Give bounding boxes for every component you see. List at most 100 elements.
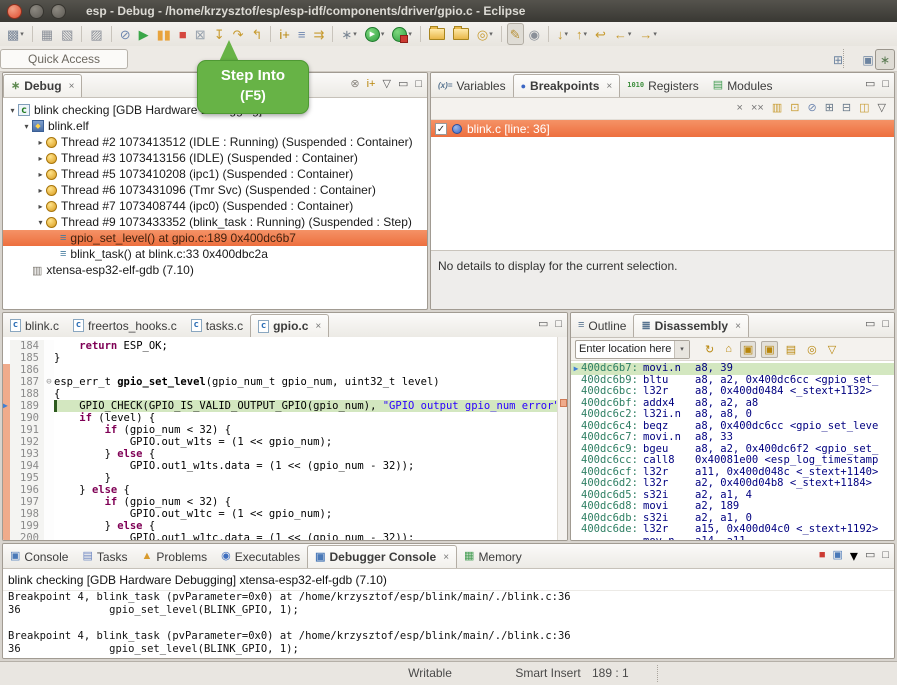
location-dropdown-icon[interactable]: ▾ — [674, 341, 689, 358]
editor-tab-blink-c[interactable]: cblink.c — [3, 314, 66, 337]
dropdown-arrow-icon[interactable]: ▾ — [489, 30, 493, 38]
tree-expand-icon[interactable]: ▾ — [21, 122, 32, 131]
show-supported-breakpoints-icon[interactable]: ▥ — [772, 103, 782, 114]
debug-button[interactable]: ∗▾ — [338, 23, 359, 45]
editor-tab-freertos-hooks-c[interactable]: cfreertos_hooks.c — [66, 314, 184, 337]
view-tab-breakpoints[interactable]: ●Breakpoints× — [513, 74, 621, 97]
tree-expand-icon[interactable]: ▸ — [35, 170, 46, 179]
tree-expand-icon[interactable]: ▸ — [35, 154, 46, 163]
close-button[interactable] — [7, 4, 22, 19]
view-menu-icon[interactable]: ▽ — [825, 341, 839, 358]
view-menu-icon[interactable]: ▽ — [382, 79, 390, 90]
open-perspective-button[interactable]: ⊞ — [828, 49, 848, 70]
tree-expand-icon[interactable]: ▾ — [35, 218, 46, 227]
view-tab-disassembly[interactable]: ≣Disassembly× — [633, 314, 748, 337]
maximize-icon[interactable]: □ — [882, 319, 889, 330]
minimize-icon[interactable]: ▭ — [865, 550, 875, 561]
goto-file-for-breakpoint-icon[interactable]: ⊡ — [790, 103, 799, 114]
trace-button[interactable]: ≡ — [295, 23, 309, 45]
disconnect-button[interactable]: ⊠ — [192, 23, 209, 45]
view-tab-debug[interactable]: ∗Debug× — [3, 74, 82, 97]
tab-close-icon[interactable]: × — [443, 552, 449, 563]
home-icon[interactable]: ⌂ — [722, 341, 735, 358]
ruler-annotation-mark[interactable] — [560, 399, 567, 407]
console-tab-memory[interactable]: ▦Memory — [457, 545, 529, 568]
debug-perspective-button[interactable]: ∗ — [875, 49, 895, 70]
terminate-console-icon[interactable]: ■ — [819, 550, 826, 561]
tree-expand-icon[interactable]: ▸ — [35, 138, 46, 147]
show-source-icon[interactable]: ▣ — [740, 341, 756, 358]
debug-tree-row[interactable]: ▸Thread #6 1073431096 (Tmr Svc) (Suspend… — [3, 182, 427, 198]
save-all-button[interactable]: ▧ — [58, 23, 76, 45]
external-tools-button[interactable]: ▾ — [389, 23, 415, 45]
collapse-all-icon[interactable]: ⊟ — [842, 103, 851, 114]
view-tab-variables[interactable]: (x)=Variables — [431, 74, 513, 97]
pin-icon[interactable]: ◎ — [804, 341, 820, 358]
open-element-button[interactable]: ◉ — [526, 23, 543, 45]
breakpoint-checkbox[interactable]: ✓ — [435, 123, 447, 135]
quick-access-field[interactable]: Quick Access — [0, 49, 128, 69]
fold-marker-icon[interactable]: ⊖ — [44, 376, 54, 388]
code-editor[interactable]: 184 return ESP_OK;185}186187⊖esp_err_t g… — [3, 337, 567, 540]
maximize-button[interactable] — [51, 4, 66, 19]
minimize-icon[interactable]: ▭ — [538, 319, 548, 330]
breakpoint-row[interactable]: ✓blink.c [line: 36] — [431, 120, 894, 137]
back-button[interactable]: ←▾ — [611, 23, 635, 45]
maximize-icon[interactable]: □ — [882, 550, 889, 561]
open-folder-button[interactable] — [450, 23, 472, 45]
terminate-button[interactable]: ■ — [176, 23, 190, 45]
previous-annotation-button[interactable]: ↑▾ — [573, 23, 590, 45]
minimize-icon[interactable]: ▭ — [865, 79, 875, 90]
debug-tree[interactable]: ▾cblink checking [GDB Hardware Debugging… — [3, 98, 427, 310]
console-body[interactable]: blink checking [GDB Hardware Debugging] … — [3, 569, 894, 659]
tab-close-icon[interactable]: × — [69, 81, 75, 92]
track-expression-icon[interactable]: ▣ — [761, 341, 777, 358]
maximize-icon[interactable]: □ — [555, 319, 562, 330]
console-tab-console[interactable]: ▣Console — [3, 545, 75, 568]
dropdown-arrow-icon[interactable]: ▾ — [653, 30, 657, 38]
refresh-icon[interactable]: ↻ — [702, 341, 717, 358]
dropdown-arrow-icon[interactable]: ▾ — [20, 30, 24, 38]
debug-tree-row[interactable]: ≡blink_task() at blink.c:33 0x400dbc2a — [3, 246, 427, 262]
instruction-stepping-mode-icon[interactable]: i+ — [367, 79, 376, 90]
debug-tree-row[interactable]: ▸Thread #2 1073413512 (IDLE : Running) (… — [3, 134, 427, 150]
mark-occurrences-button[interactable]: ✎ — [507, 23, 524, 45]
instruction-stepping-button[interactable]: i+ — [276, 23, 292, 45]
dropdown-arrow-icon[interactable]: ▾ — [564, 30, 568, 38]
minimize-icon[interactable]: ▭ — [398, 79, 408, 90]
debug-tree-row[interactable]: ▾Thread #9 1073433352 (blink_task : Runn… — [3, 214, 427, 230]
tree-expand-icon[interactable]: ▸ — [35, 186, 46, 195]
remove-breakpoint-icon[interactable]: × — [737, 103, 743, 114]
debug-tree-row[interactable]: ▥xtensa-esp32-elf-gdb (7.10) — [3, 262, 427, 278]
debug-tree-row[interactable]: ▸Thread #5 1073410208 (ipc1) (Suspended … — [3, 166, 427, 182]
editor-tab-tasks-c[interactable]: ctasks.c — [184, 314, 250, 337]
tab-close-icon[interactable]: × — [735, 321, 741, 332]
dropdown-arrow-icon[interactable]: ▾ — [850, 546, 858, 566]
view-tab-modules[interactable]: ▤Modules — [706, 74, 780, 97]
next-annotation-button[interactable]: ↓▾ — [554, 23, 571, 45]
view-menu-icon[interactable]: ▽ — [878, 103, 886, 114]
forward-button[interactable]: →▾ — [636, 23, 660, 45]
disassembly-listing[interactable]: ▶400dc6b7:movi.na8, 39400dc6b9:bltua8, a… — [571, 361, 894, 541]
new-disassembly-view-icon[interactable]: ▤ — [783, 341, 799, 358]
debug-tree-row[interactable]: ▾◆blink.elf — [3, 118, 427, 134]
console-tab-executables[interactable]: ◉Executables — [214, 545, 307, 568]
location-input[interactable]: Enter location here — [576, 343, 674, 355]
new-folder-button[interactable] — [426, 23, 448, 45]
overview-ruler[interactable] — [557, 337, 567, 540]
resume-button[interactable]: ▶ — [136, 23, 152, 45]
breakpoints-list[interactable] — [431, 137, 894, 250]
view-tab-registers[interactable]: 1010Registers — [620, 74, 706, 97]
dropdown-arrow-icon[interactable]: ▾ — [381, 30, 385, 38]
new-wizard-button[interactable]: ▩▾ — [4, 23, 27, 45]
remove-all-terminated-icon[interactable]: ⊗ — [350, 79, 359, 90]
last-edit-location-button[interactable]: ↩ — [592, 23, 609, 45]
run-button[interactable]: ▶▾ — [362, 23, 388, 45]
skip-all-breakpoints-button[interactable]: ⊘ — [117, 23, 134, 45]
maximize-icon[interactable]: □ — [882, 79, 889, 90]
dropdown-arrow-icon[interactable]: ▾ — [628, 30, 632, 38]
view-tab-outline[interactable]: ≡Outline — [571, 314, 633, 337]
link-with-debug-view-icon[interactable]: ◫ — [859, 103, 869, 114]
console-tab-tasks[interactable]: ▤Tasks — [75, 545, 134, 568]
editor-tab-gpio-c[interactable]: cgpio.c× — [250, 314, 329, 337]
